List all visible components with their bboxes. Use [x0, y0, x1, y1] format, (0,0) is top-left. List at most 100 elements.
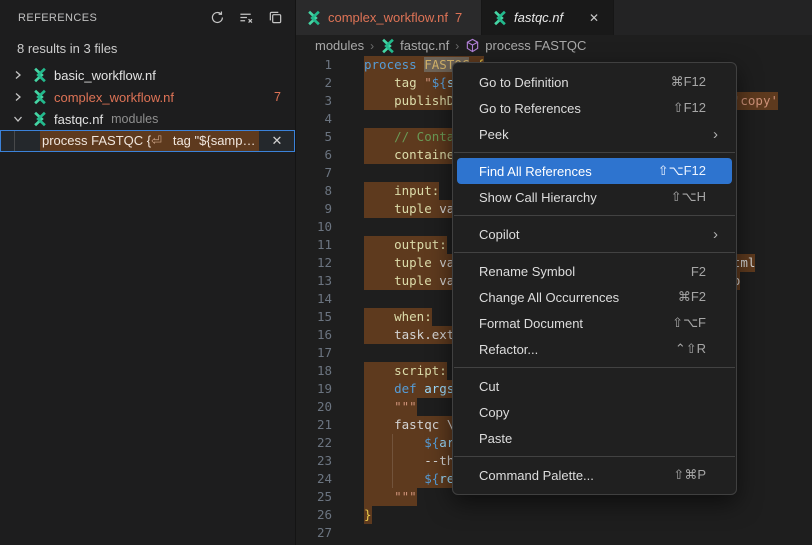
clear-all-icon[interactable]	[236, 8, 256, 28]
menu-item-shortcut: ⇧⌘P	[673, 467, 706, 483]
line-number: 3	[296, 92, 352, 110]
menu-item-label: Copilot	[479, 227, 519, 242]
code-token	[364, 381, 394, 396]
menu-item-refactor[interactable]: Refactor... ⌃⇧R	[453, 336, 736, 362]
code-token	[364, 327, 394, 342]
line-number: 7	[296, 164, 352, 182]
code-token: "	[424, 75, 432, 90]
menu-item-command-palette[interactable]: Command Palette...⇧⌘P	[453, 462, 736, 488]
chevron-down-icon[interactable]	[10, 111, 26, 127]
line-number: 23	[296, 452, 352, 470]
nextflow-file-icon	[380, 38, 396, 54]
menu-item-rename-symbol[interactable]: Rename Symbol F2	[453, 258, 736, 284]
code-token: tuple	[394, 201, 432, 216]
menu-item-copy[interactable]: Copy	[453, 399, 736, 425]
menu-item-cut[interactable]: Cut	[453, 373, 736, 399]
nextflow-file-icon	[32, 89, 48, 105]
refresh-icon[interactable]	[207, 8, 227, 28]
line-number: 27	[296, 524, 352, 542]
breadcrumb-modules[interactable]: modules	[315, 38, 364, 53]
chevron-right-icon[interactable]	[10, 67, 26, 83]
results-summary: 8 results in 3 files	[0, 35, 295, 62]
line-number: 24	[296, 470, 352, 488]
tab-fastqc[interactable]: fastqc.nf ✕	[482, 0, 614, 35]
menu-item-label: Cut	[479, 379, 499, 394]
sidebar-file-basic-workflow-nf[interactable]: basic_workflow.nf	[0, 64, 295, 86]
panel-actions	[207, 8, 285, 28]
menu-item-label: Find All References	[479, 164, 592, 179]
code-token: 'copy'	[733, 93, 778, 108]
editor-context-menu: Go to Definition⌘F12Go to References⇧F12…	[452, 62, 737, 495]
sidebar-file-complex-workflow-nf[interactable]: complex_workflow.nf7	[0, 86, 295, 108]
line-number: 25	[296, 488, 352, 506]
menu-separator	[454, 215, 735, 216]
code-token	[364, 417, 394, 432]
menu-item-show-call-hierarchy[interactable]: Show Call Hierarchy⇧⌥H	[453, 184, 736, 210]
menu-item-label: Rename Symbol	[479, 264, 575, 279]
references-sidebar: REFERENCES 8 results in 3 files basic_wo…	[0, 0, 296, 545]
indent-guide	[392, 434, 393, 488]
code-token: ${	[432, 75, 447, 90]
tab-complex-workflow[interactable]: complex_workflow.nf 7	[296, 0, 482, 35]
menu-item-copilot[interactable]: Copilot ›	[453, 221, 736, 247]
tree-indent-guide	[14, 131, 15, 151]
menu-separator	[454, 152, 735, 153]
menu-item-shortcut: F2	[691, 264, 706, 279]
chevron-right-icon[interactable]	[10, 89, 26, 105]
code-token	[364, 129, 394, 144]
code-token	[364, 399, 394, 414]
code-token	[364, 255, 394, 270]
panel-title: REFERENCES	[18, 12, 97, 24]
return-symbol: ⏎	[151, 133, 162, 148]
breadcrumb-process-fastqc[interactable]: process FASTQC	[465, 38, 586, 54]
line-number: 1	[296, 56, 352, 74]
code-token	[364, 309, 394, 324]
code-token	[364, 93, 394, 108]
code-line-26[interactable]: }	[364, 506, 812, 524]
menu-separator	[454, 456, 735, 457]
code-token: tag	[394, 75, 417, 90]
line-number: 11	[296, 236, 352, 254]
file-name: complex_workflow.nf	[54, 90, 174, 105]
code-line-27[interactable]	[364, 524, 812, 542]
tab-bar: complex_workflow.nf 7 fastqc.nf ✕	[296, 0, 812, 35]
menu-item-change-all-occurrences[interactable]: Change All Occurrences⌘F2	[453, 284, 736, 310]
file-name: fastqc.nf	[54, 112, 103, 127]
menu-item-go-to-references[interactable]: Go to References⇧F12	[453, 95, 736, 121]
menu-item-label: Go to Definition	[479, 75, 569, 90]
code-token	[364, 183, 394, 198]
line-number: 8	[296, 182, 352, 200]
menu-item-shortcut: ⌘F2	[678, 289, 706, 305]
line-number: 20	[296, 398, 352, 416]
sidebar-file-fastqc-nf[interactable]: fastqc.nfmodules	[0, 108, 295, 130]
line-number-gutter: 1234567891011121314151617181920212223242…	[296, 56, 352, 542]
menu-item-go-to-definition[interactable]: Go to Definition⌘F12	[453, 69, 736, 95]
breadcrumb: modules › fastqc.nf › process FASTQC	[296, 35, 812, 56]
line-number: 6	[296, 146, 352, 164]
nextflow-file-icon	[492, 10, 508, 26]
code-token	[364, 147, 394, 162]
menu-separator	[454, 367, 735, 368]
menu-item-find-all-references[interactable]: Find All References⇧⌥F12	[457, 158, 732, 184]
file-name: basic_workflow.nf	[54, 68, 156, 83]
submenu-chevron-icon: ›	[713, 226, 718, 243]
line-number: 15	[296, 308, 352, 326]
copy-all-icon[interactable]	[265, 8, 285, 28]
menu-item-shortcut: ⌃⇧R	[675, 341, 706, 357]
menu-item-peek[interactable]: Peek›	[453, 121, 736, 147]
code-token: script:	[394, 363, 447, 378]
menu-item-paste[interactable]: Paste	[453, 425, 736, 451]
line-number: 2	[296, 74, 352, 92]
menu-item-label: Refactor...	[479, 342, 538, 357]
close-tab-icon[interactable]: ✕	[585, 9, 603, 27]
nextflow-file-icon	[32, 111, 48, 127]
code-token	[364, 453, 424, 468]
line-number: 14	[296, 290, 352, 308]
menu-item-format-document[interactable]: Format Document⇧⌥F	[453, 310, 736, 336]
dismiss-result-icon[interactable]: ✕	[268, 132, 286, 150]
line-number: 9	[296, 200, 352, 218]
reference-result-item[interactable]: process FASTQC {⏎ tag "${samp… ✕	[0, 130, 295, 152]
breadcrumb-fastqc[interactable]: fastqc.nf	[380, 38, 449, 54]
menu-item-label: Paste	[479, 431, 512, 446]
tab-badge: 7	[455, 10, 462, 25]
